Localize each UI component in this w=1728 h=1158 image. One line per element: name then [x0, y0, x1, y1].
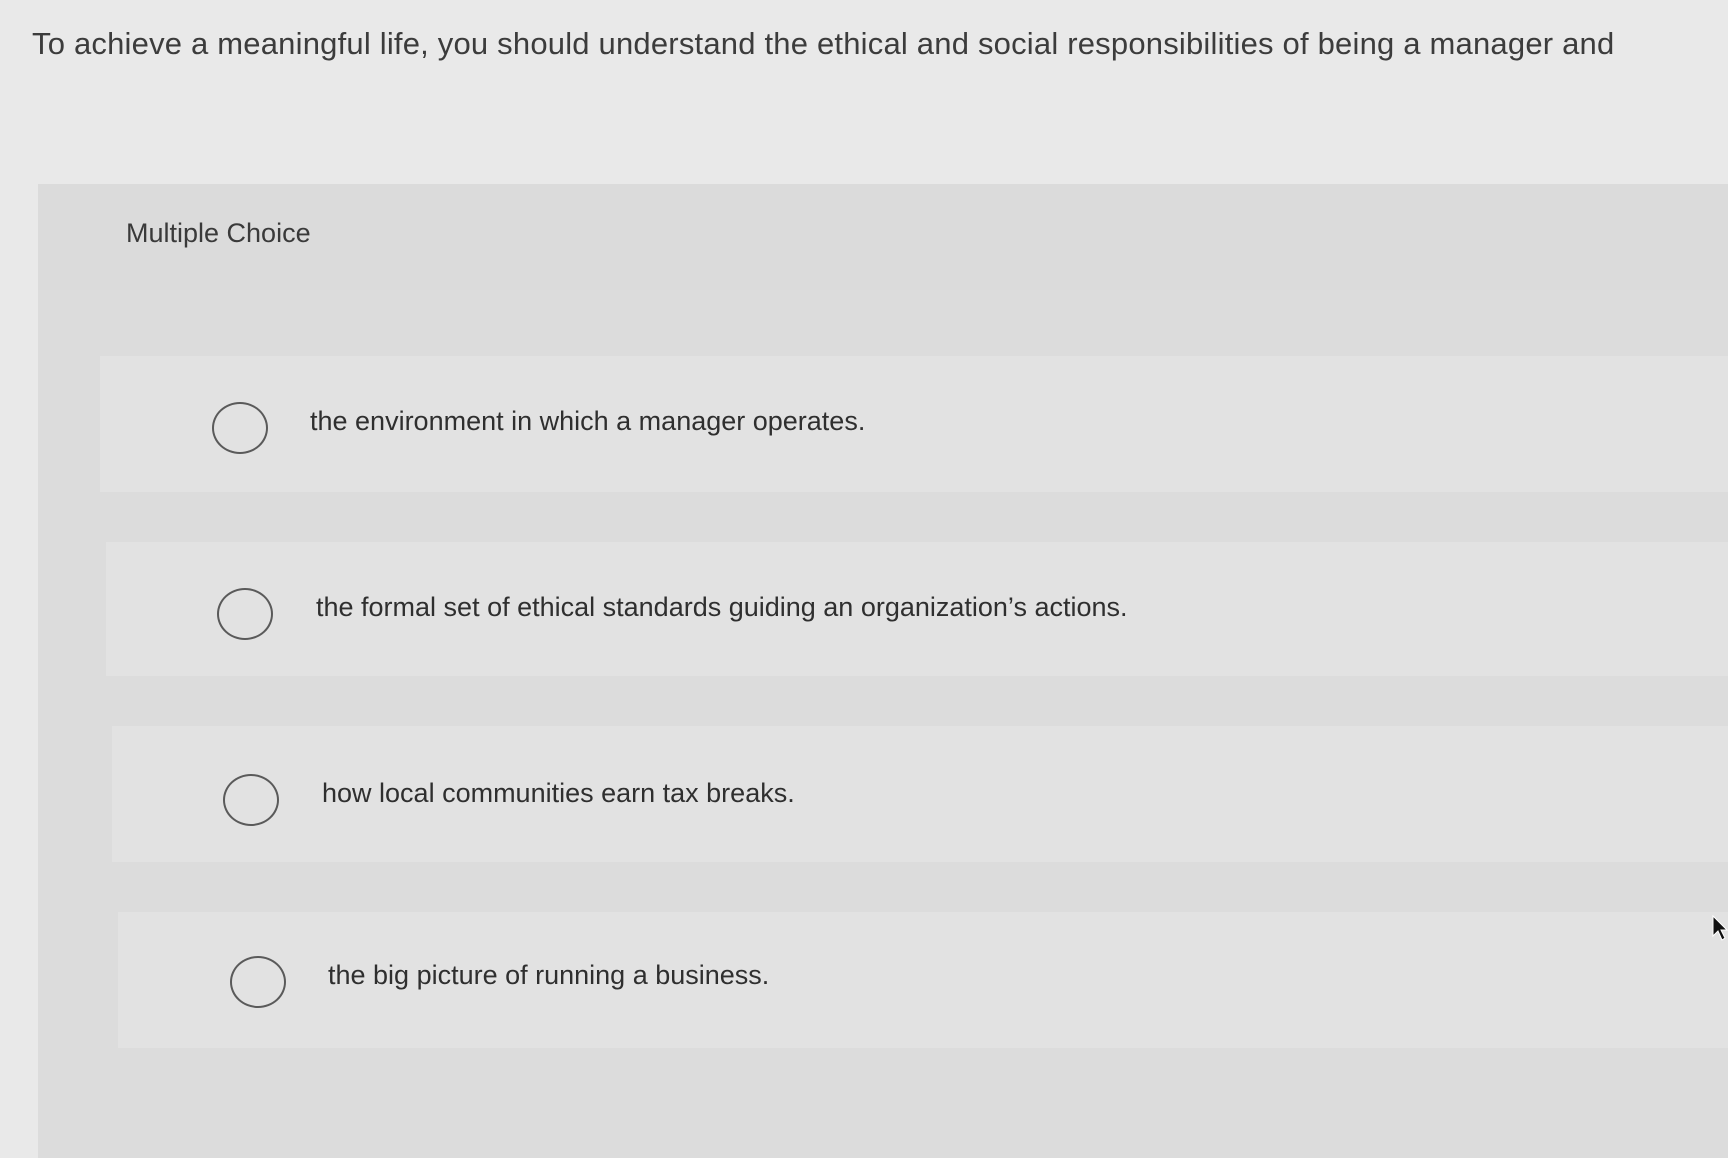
option-3[interactable]: how local communities earn tax breaks.: [112, 726, 1728, 862]
option-3-label: how local communities earn tax breaks.: [322, 778, 795, 808]
radio-unchecked-icon[interactable]: [230, 956, 286, 1008]
radio-unchecked-icon[interactable]: [217, 588, 273, 640]
option-1-label: the environment in which a manager opera…: [310, 406, 866, 436]
question-type-label: Multiple Choice: [126, 218, 311, 248]
options-list: the environment in which a manager opera…: [38, 290, 1728, 1158]
option-4-label: the big picture of running a business.: [328, 960, 770, 990]
option-1[interactable]: the environment in which a manager opera…: [100, 356, 1728, 492]
panel-header: Multiple Choice: [38, 184, 1728, 290]
option-4[interactable]: the big picture of running a business.: [118, 912, 1728, 1048]
option-2-label: the formal set of ethical standards guid…: [316, 592, 1128, 622]
multiple-choice-panel: Multiple Choice the environment in which…: [38, 184, 1728, 1158]
question-text: To achieve a meaningful life, you should…: [32, 26, 1615, 61]
option-2[interactable]: the formal set of ethical standards guid…: [106, 542, 1728, 676]
radio-unchecked-icon[interactable]: [212, 402, 268, 454]
radio-unchecked-icon[interactable]: [223, 774, 279, 826]
